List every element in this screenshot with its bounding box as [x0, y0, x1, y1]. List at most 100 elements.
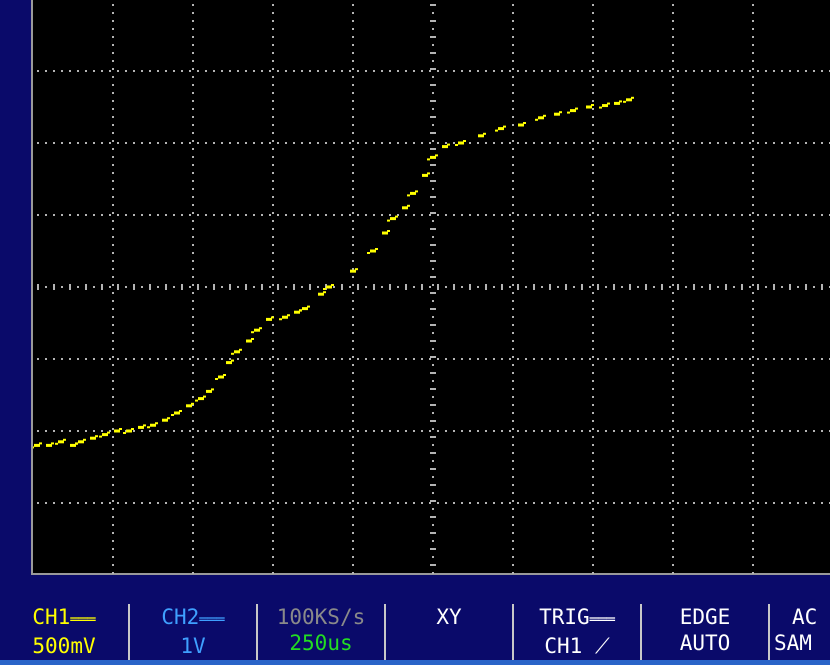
grid-dot: [709, 214, 711, 216]
timebase-status[interactable]: 100KS/s 250us: [256, 604, 384, 660]
grid-dot: [133, 70, 135, 72]
grid-dot: [352, 172, 354, 174]
grid-dot: [597, 358, 599, 360]
axis-tick: [261, 284, 263, 290]
axis-tick: [501, 284, 503, 290]
grid-dot: [352, 452, 354, 454]
trace-point: [323, 288, 326, 290]
grid-dot: [352, 484, 354, 486]
ch2-status[interactable]: CH2═══ 1V: [128, 604, 256, 660]
grid-dot: [373, 142, 375, 144]
grid-dot: [381, 286, 383, 288]
grid-dot: [301, 286, 303, 288]
grid-dot: [749, 214, 751, 216]
grid-dot: [192, 556, 194, 558]
grid-dot: [672, 76, 674, 78]
grid-dot: [253, 142, 255, 144]
grid-dot: [672, 252, 674, 254]
grid-dot: [429, 286, 431, 288]
time-div: 250us: [289, 631, 353, 655]
grid-dot: [432, 556, 434, 558]
trace-point: [483, 132, 486, 135]
grid-dot: [592, 140, 594, 142]
grid-dot: [272, 76, 274, 78]
grid-dot: [112, 228, 114, 230]
grid-dot: [592, 500, 594, 502]
grid-dot: [461, 358, 463, 360]
trace-point: [575, 107, 578, 110]
display-mode-status[interactable]: XY: [384, 604, 512, 660]
axis-tick: [430, 68, 436, 70]
grid-dot: [192, 204, 194, 206]
acquisition-status[interactable]: AC SAM: [768, 604, 830, 660]
grid-dot: [85, 142, 87, 144]
grid-dot: [112, 12, 114, 14]
grid-dot: [677, 142, 679, 144]
trigger-status[interactable]: TRIG═══ CH1 ⟋: [512, 604, 640, 660]
grid-dot: [501, 430, 503, 432]
grid-dot: [592, 4, 594, 6]
trace-point: [271, 316, 274, 319]
grid-dot: [269, 430, 271, 432]
grid-dot: [192, 300, 194, 302]
grid-dot: [272, 212, 274, 214]
grid-dot: [101, 430, 103, 432]
grid-dot: [37, 502, 39, 504]
grid-dot: [272, 12, 274, 14]
grid-dot: [272, 364, 274, 366]
grid-dot: [272, 324, 274, 326]
grid-dot: [272, 476, 274, 478]
grid-dot: [293, 214, 295, 216]
grid-dot: [272, 164, 274, 166]
grid-dot: [592, 484, 594, 486]
grid-dot: [213, 142, 215, 144]
grid-dot: [752, 220, 754, 222]
grid-dot: [789, 142, 791, 144]
grid-dot: [112, 436, 114, 438]
grid-dot: [717, 214, 719, 216]
grid-dot: [752, 236, 754, 238]
grid-dot: [752, 164, 754, 166]
grid-dot: [432, 524, 434, 526]
grid-dot: [141, 142, 143, 144]
grid-dot: [173, 214, 175, 216]
grid-dot: [797, 502, 799, 504]
grid-dot: [352, 396, 354, 398]
grid-dot: [797, 358, 799, 360]
grid-dot: [245, 142, 247, 144]
grid-dot: [69, 430, 71, 432]
grid-dot: [512, 380, 514, 382]
grid-dot: [352, 116, 354, 118]
grid-dot: [192, 492, 194, 494]
grid-dot: [192, 268, 194, 270]
grid-dot: [517, 142, 519, 144]
waveform-screen: [7, 0, 830, 575]
grid-dot: [413, 214, 415, 216]
ch1-status[interactable]: CH1═══ 500mV: [0, 604, 128, 660]
grid-dot: [661, 214, 663, 216]
grid-dot: [493, 286, 495, 288]
trace-point: [39, 442, 42, 445]
ch1-volts-div: 500mV: [32, 634, 96, 658]
grid-dot: [112, 524, 114, 526]
grid-dot: [512, 404, 514, 406]
grid-dot: [437, 430, 439, 432]
grid-dot: [685, 70, 687, 72]
grid-dot: [752, 100, 754, 102]
grid-dot: [637, 286, 639, 288]
grid-dot: [272, 60, 274, 62]
grid-dot: [493, 214, 495, 216]
grid-dot: [672, 28, 674, 30]
grid-dot: [773, 502, 775, 504]
grid-dot: [112, 148, 114, 150]
grid-dot: [112, 188, 114, 190]
grid-dot: [53, 358, 55, 360]
grid-dot: [432, 140, 434, 142]
grid-dot: [512, 28, 514, 30]
grid-dot: [205, 358, 207, 360]
grid-dot: [781, 214, 783, 216]
grid-dot: [592, 68, 594, 70]
trigger-type-status[interactable]: EDGE AUTO: [640, 604, 768, 660]
grid-dot: [405, 358, 407, 360]
grid-dot: [573, 286, 575, 288]
